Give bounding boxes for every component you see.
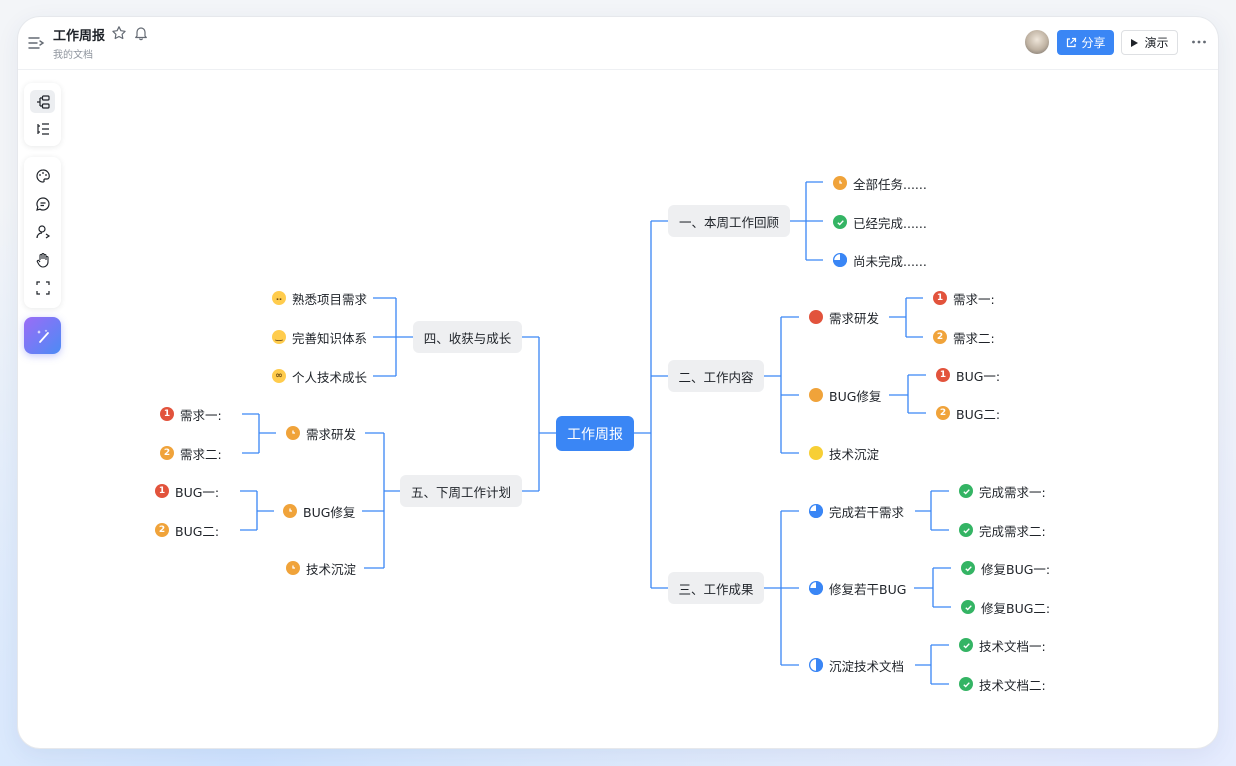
review-item-label: 尚未完成...... <box>853 253 927 269</box>
plan-bug-item-label: BUG二: <box>175 523 220 539</box>
results-req-label: 完成若干需求 <box>829 504 905 520</box>
plan-bug-item[interactable]: 2 BUG二: <box>155 521 219 539</box>
plan-req-label: 需求研发 <box>306 426 357 442</box>
review-item[interactable]: 全部任务...... <box>833 174 927 192</box>
results-req-node[interactable]: 完成若干需求 <box>809 502 904 520</box>
plan-tech-label: 技术沉淀 <box>306 561 357 577</box>
results-doc-node[interactable]: 沉淀技术文档 <box>809 656 904 674</box>
content-req-node[interactable]: 需求研发 <box>809 308 879 326</box>
check-icon <box>959 523 973 537</box>
content-req-item-label: 需求二: <box>953 330 995 346</box>
plan-req-item-label: 需求一: <box>180 407 222 423</box>
progress-three-quarter-icon <box>809 504 823 518</box>
branch-review[interactable]: 一、本周工作回顾 <box>668 205 790 237</box>
check-icon <box>961 561 975 575</box>
plan-req-node[interactable]: 需求研发 <box>286 424 356 442</box>
plan-bug-item-label: BUG一: <box>175 484 220 500</box>
app-window: 工作周报 我的文档 分享 演示 工作周报 一、本周工作回顾 二、工作内容 三、工… <box>18 17 1218 748</box>
progress-three-quarter-icon <box>809 581 823 595</box>
clock-icon <box>286 561 300 575</box>
content-bug-label: BUG修复 <box>829 388 882 404</box>
results-doc-item[interactable]: 技术文档二: <box>959 675 1046 693</box>
growth-item-label: 熟悉项目需求 <box>292 291 368 307</box>
content-bug-item[interactable]: 2 BUG二: <box>936 404 1000 422</box>
results-req-item[interactable]: 完成需求一: <box>959 482 1046 500</box>
results-bug-item[interactable]: 修复BUG二: <box>961 598 1050 616</box>
check-icon <box>959 484 973 498</box>
growth-item-label: 个人技术成长 <box>292 369 368 385</box>
review-item[interactable]: 已经完成...... <box>833 213 927 231</box>
red-dot-icon <box>809 310 823 324</box>
mindmap-canvas: 工作周报 一、本周工作回顾 二、工作内容 三、工作成果 全部任务...... 已… <box>18 17 1218 748</box>
content-req-item[interactable]: 1 需求一: <box>933 289 995 307</box>
results-bug-item[interactable]: 修复BUG一: <box>961 559 1050 577</box>
check-icon <box>959 677 973 691</box>
plan-tech-node[interactable]: 技术沉淀 <box>286 559 356 577</box>
priority-1-icon: 1 <box>160 407 174 421</box>
check-icon <box>833 215 847 229</box>
priority-1-icon: 1 <box>155 484 169 498</box>
branch-content[interactable]: 二、工作内容 <box>668 360 764 392</box>
thinking-emoji-icon: ‥ <box>272 291 286 305</box>
content-bug-node[interactable]: BUG修复 <box>809 386 881 404</box>
results-req-item-label: 完成需求二: <box>979 523 1046 539</box>
content-bug-item-label: BUG一: <box>956 368 1001 384</box>
check-icon <box>961 600 975 614</box>
priority-1-icon: 1 <box>933 291 947 305</box>
results-req-item[interactable]: 完成需求二: <box>959 521 1046 539</box>
priority-1-icon: 1 <box>936 368 950 382</box>
mindmap-root-node[interactable]: 工作周报 <box>556 416 634 451</box>
content-req-item[interactable]: 2 需求二: <box>933 328 995 346</box>
clock-icon <box>833 176 847 190</box>
review-item-label: 全部任务...... <box>853 176 927 192</box>
content-tech-node[interactable]: 技术沉淀 <box>809 444 879 462</box>
growth-item-label: 完善知识体系 <box>292 330 368 346</box>
plan-req-item-label: 需求二: <box>180 446 222 462</box>
branch-growth[interactable]: 四、收获与成长 <box>413 321 522 353</box>
priority-2-icon: 2 <box>933 330 947 344</box>
results-doc-item-label: 技术文档二: <box>979 677 1046 693</box>
branch-plan[interactable]: 五、下周工作计划 <box>400 475 522 507</box>
nerd-emoji-icon: ∞ <box>272 369 286 383</box>
content-bug-item[interactable]: 1 BUG一: <box>936 366 1000 384</box>
results-doc-label: 沉淀技术文档 <box>829 658 905 674</box>
content-tech-label: 技术沉淀 <box>829 446 880 462</box>
results-bug-label: 修复若干BUG <box>829 581 907 597</box>
results-bug-item-label: 修复BUG一: <box>981 561 1051 577</box>
priority-2-icon: 2 <box>160 446 174 460</box>
growth-item[interactable]: ∞ 个人技术成长 <box>272 367 367 385</box>
results-doc-item-label: 技术文档一: <box>979 638 1046 654</box>
check-icon <box>959 638 973 652</box>
progress-half-icon <box>809 658 823 672</box>
results-doc-item[interactable]: 技术文档一: <box>959 636 1046 654</box>
review-item-label: 已经完成...... <box>853 215 927 231</box>
results-req-item-label: 完成需求一: <box>979 484 1046 500</box>
content-req-label: 需求研发 <box>829 310 880 326</box>
priority-2-icon: 2 <box>155 523 169 537</box>
review-item[interactable]: 尚未完成...... <box>833 251 927 269</box>
progress-three-quarter-icon <box>833 253 847 267</box>
plan-bug-node[interactable]: BUG修复 <box>283 502 355 520</box>
content-bug-item-label: BUG二: <box>956 406 1001 422</box>
priority-2-icon: 2 <box>936 406 950 420</box>
clock-icon <box>283 504 297 518</box>
plan-bug-item[interactable]: 1 BUG一: <box>155 482 219 500</box>
growth-item[interactable]: ‥ 熟悉项目需求 <box>272 289 367 307</box>
smile-emoji-icon: ‿ <box>272 330 286 344</box>
yellow-dot-icon <box>809 446 823 460</box>
clock-icon <box>286 426 300 440</box>
plan-req-item[interactable]: 2 需求二: <box>160 444 222 462</box>
plan-req-item[interactable]: 1 需求一: <box>160 405 222 423</box>
results-bug-item-label: 修复BUG二: <box>981 600 1051 616</box>
growth-item[interactable]: ‿ 完善知识体系 <box>272 328 367 346</box>
results-bug-node[interactable]: 修复若干BUG <box>809 579 906 597</box>
branch-results[interactable]: 三、工作成果 <box>668 572 764 604</box>
content-req-item-label: 需求一: <box>953 291 995 307</box>
plan-bug-label: BUG修复 <box>303 504 356 520</box>
orange-dot-icon <box>809 388 823 402</box>
